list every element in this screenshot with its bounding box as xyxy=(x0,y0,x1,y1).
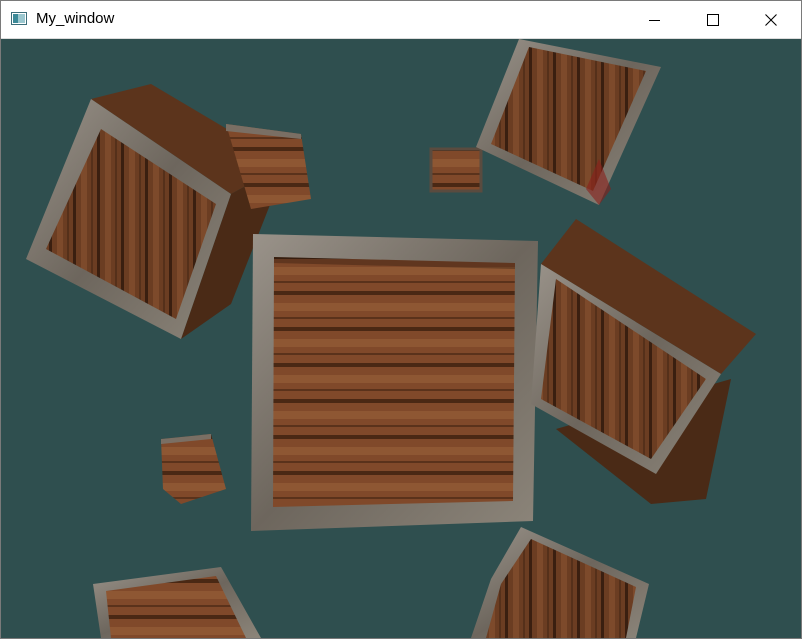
crate-right-large xyxy=(531,219,756,504)
maximize-button[interactable] xyxy=(684,1,742,38)
minimize-button[interactable] xyxy=(626,1,684,38)
crate-top-right xyxy=(476,39,661,205)
crate-center-large xyxy=(251,234,538,531)
crate-scene xyxy=(26,39,756,638)
crate-bottom-left xyxy=(93,567,261,638)
app-window: My_window xyxy=(0,0,802,639)
crate-top-left xyxy=(26,84,286,339)
close-button[interactable] xyxy=(742,1,800,38)
render-viewport[interactable] xyxy=(1,39,801,638)
minimize-icon xyxy=(649,19,660,21)
maximize-icon xyxy=(707,13,719,26)
crate-bottom-right xyxy=(471,527,649,638)
close-icon xyxy=(765,13,777,26)
crate-small-left xyxy=(161,434,226,504)
crate-small-top-center xyxy=(429,147,483,193)
window-title: My_window xyxy=(36,10,115,27)
app-window-icon xyxy=(11,12,27,25)
title-bar[interactable]: My_window xyxy=(1,1,801,39)
